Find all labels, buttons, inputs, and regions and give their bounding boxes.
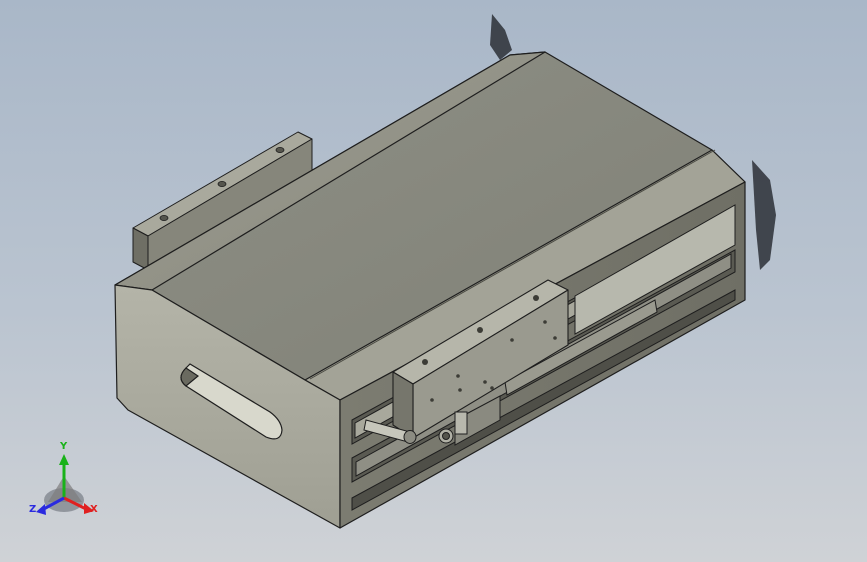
screw-hole (159, 214, 169, 221)
screw-hole (533, 295, 539, 301)
shadow-right (752, 160, 776, 270)
x-axis-label: X (90, 504, 98, 515)
shadow-back (490, 14, 512, 60)
screw-hole (422, 359, 428, 365)
graphics-viewport[interactable]: Y X Z (0, 0, 867, 562)
z-axis-label: Z (29, 504, 37, 515)
axis-triad-icon (36, 454, 94, 515)
y-axis-label: Y (60, 441, 68, 452)
linear-module-model[interactable] (0, 0, 867, 562)
screw-hole (477, 327, 483, 333)
screw-hole (217, 180, 227, 187)
screw-hole (275, 146, 285, 153)
